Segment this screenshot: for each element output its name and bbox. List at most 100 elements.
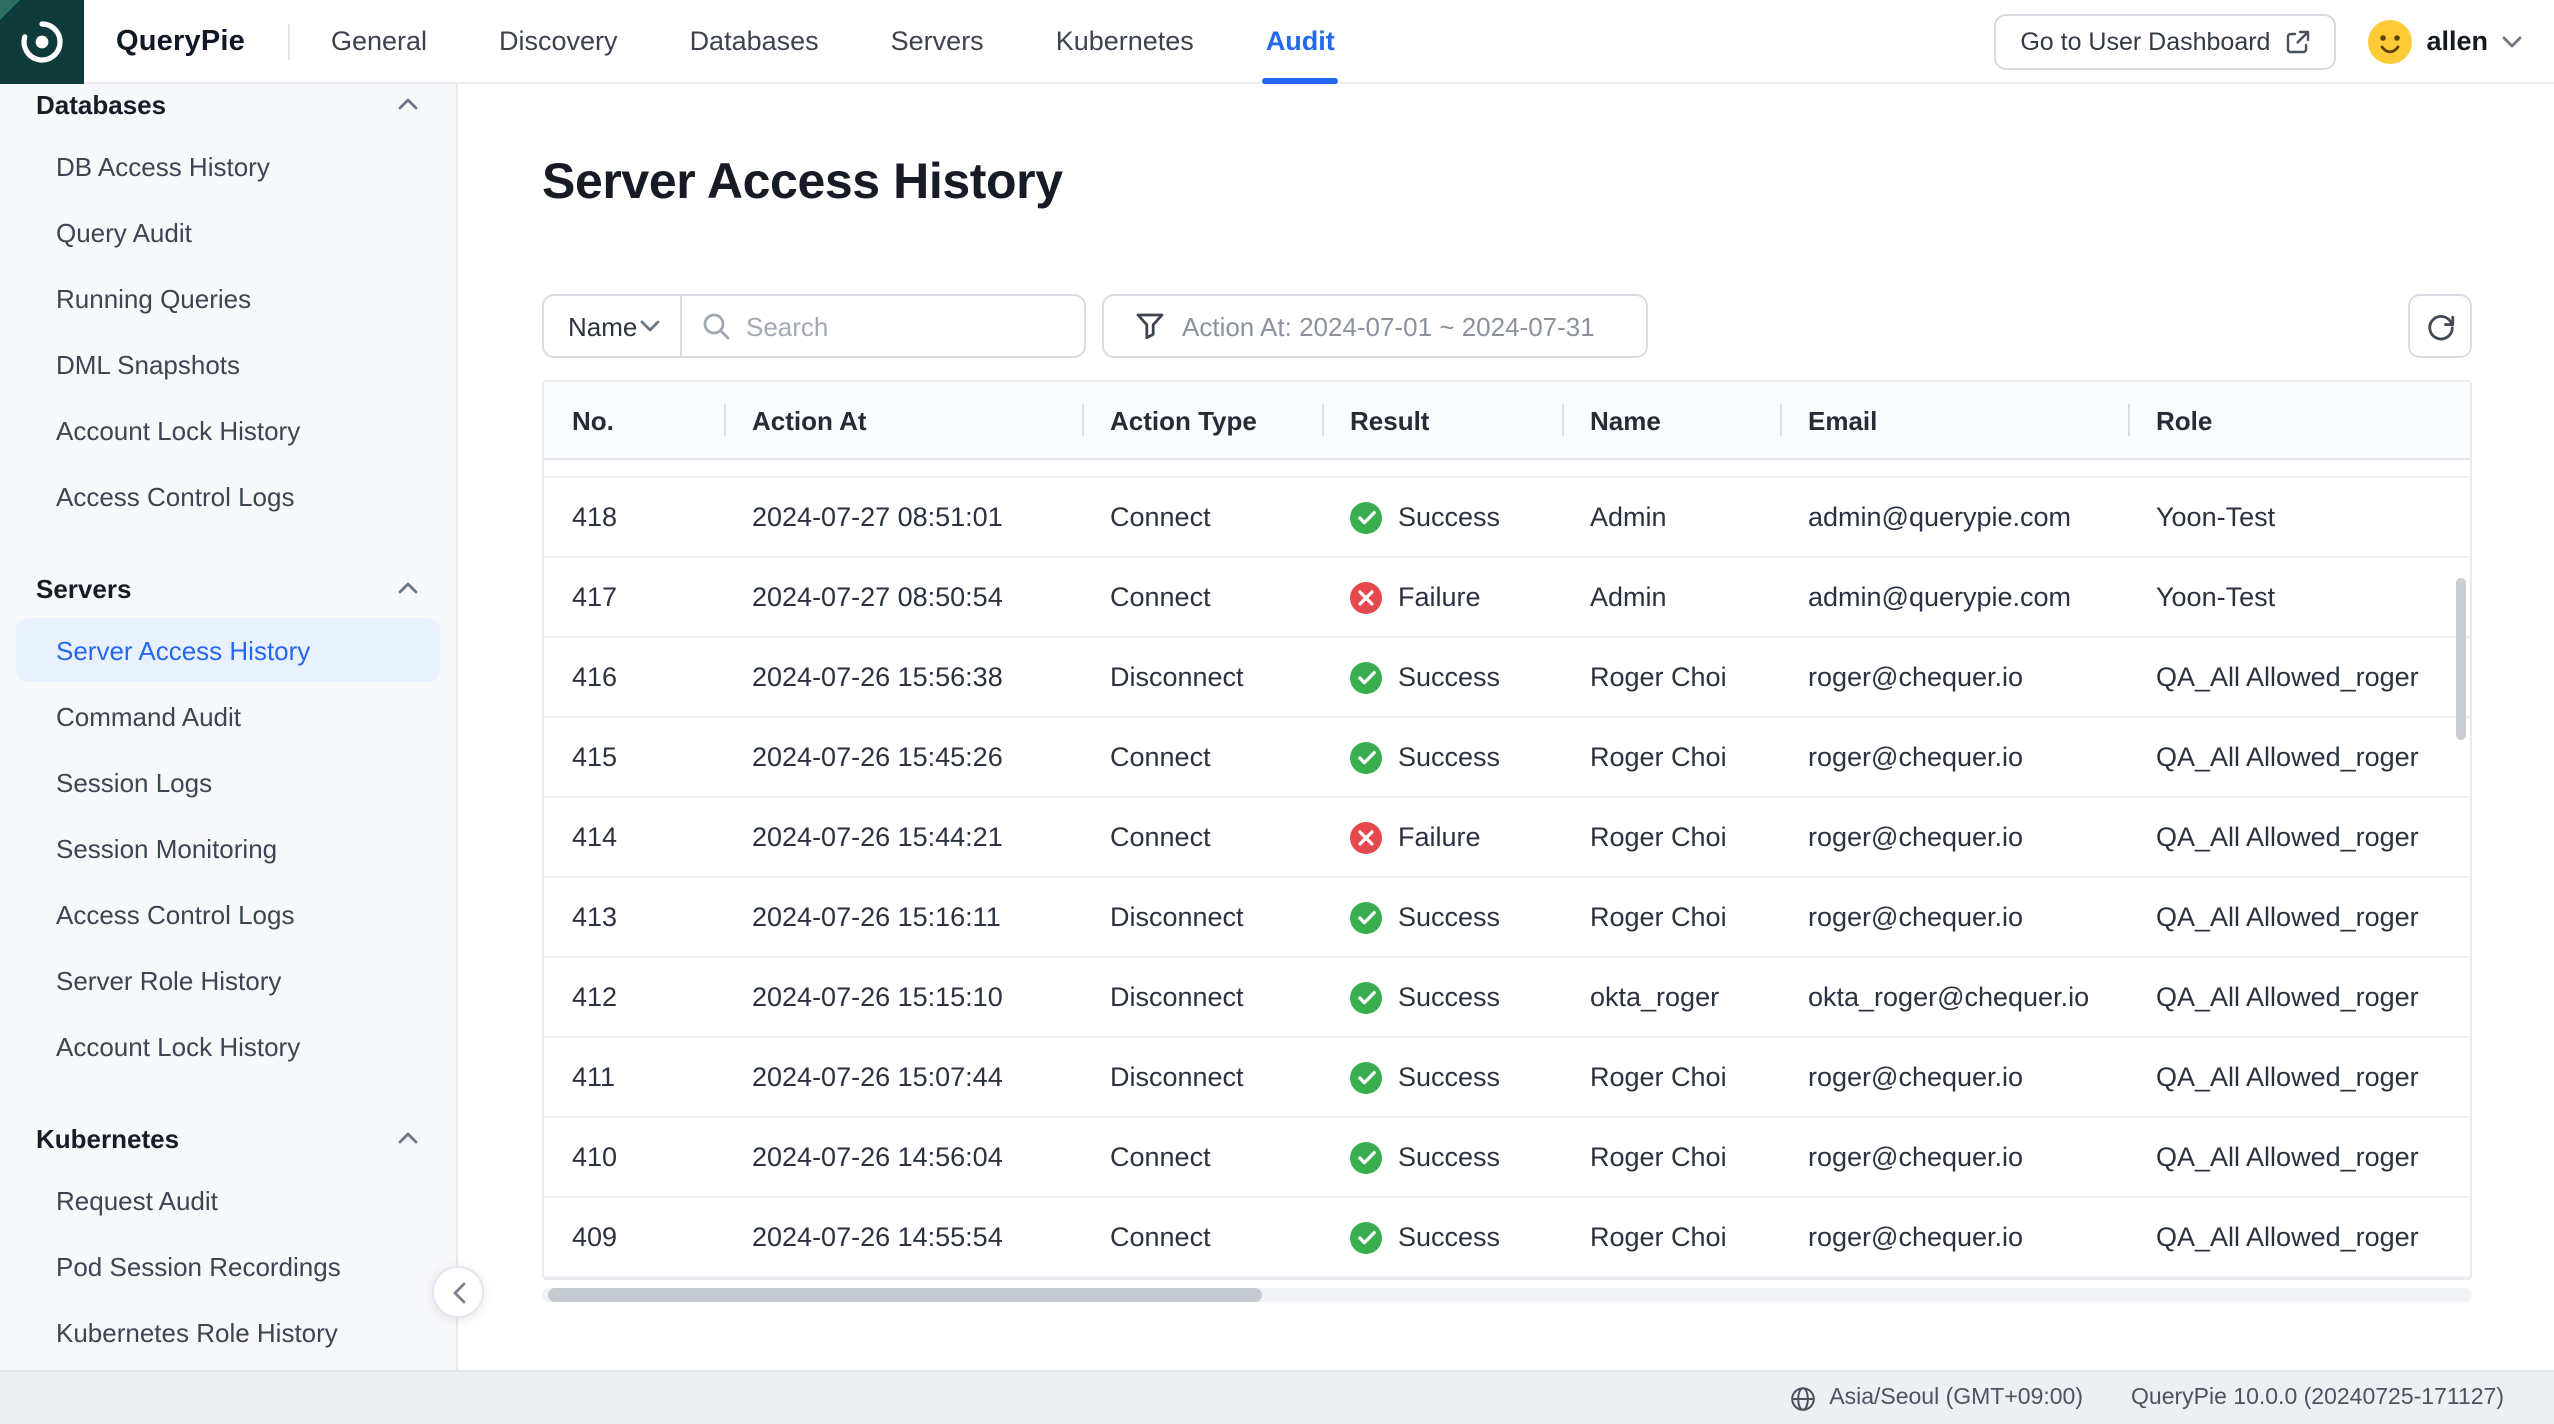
cell-no: 409 [544, 1198, 724, 1276]
sidebar-item-pod-session-recordings[interactable]: Pod Session Recordings [16, 1234, 440, 1298]
user-name: allen [2426, 26, 2488, 56]
refresh-button[interactable] [2408, 294, 2472, 358]
result-label: Success [1398, 1062, 1500, 1092]
table-row[interactable]: 4122024-07-26 15:15:10DisconnectSuccesso… [544, 958, 2470, 1038]
horizontal-scrollbar-thumb[interactable] [548, 1288, 1262, 1302]
sidebar-item-session-monitoring[interactable]: Session Monitoring [16, 816, 440, 880]
sidebar-item-command-audit[interactable]: Command Audit [16, 684, 440, 748]
table-row[interactable]: 4092024-07-26 14:55:54ConnectSuccessRoge… [544, 1198, 2470, 1278]
chevron-left-icon [451, 1281, 465, 1303]
cell-action-at: 2024-07-26 15:45:26 [724, 718, 1082, 796]
filter-funnel-icon [1136, 312, 1164, 340]
sidebar-section-kubernetes[interactable]: Kubernetes [16, 1110, 440, 1166]
cell-action-at: 2024-07-26 15:07:44 [724, 1038, 1082, 1116]
search-field-select[interactable]: Name [542, 294, 682, 358]
cell-result: Success [1322, 958, 1562, 1036]
table-row[interactable]: 4172024-07-27 08:50:54ConnectFailureAdmi… [544, 558, 2470, 638]
sidebar-item-kubernetes-role-history[interactable]: Kubernetes Role History [16, 1300, 440, 1364]
cell-role: QA_All Allowed_roger [2128, 1198, 2470, 1276]
timezone: Asia/Seoul (GMT+09:00) [1789, 1385, 2083, 1411]
sidebar-item-access-control-logs[interactable]: Access Control Logs [16, 464, 440, 528]
sidebar-section-title: Kubernetes [36, 1123, 179, 1153]
cell-result: Success [1322, 1118, 1562, 1196]
sidebar-collapse-button[interactable] [432, 1266, 484, 1318]
cell-action-type: Connect [1082, 558, 1322, 636]
cell-action-at: 2024-07-26 15:56:38 [724, 638, 1082, 716]
success-icon [1350, 901, 1382, 933]
cell-email: roger@chequer.io [1780, 798, 2128, 876]
nav-right: Go to User Dashboard allen [1994, 13, 2522, 69]
sidebar: DatabasesDB Access HistoryQuery AuditRun… [0, 84, 458, 1370]
sidebar-item-dml-snapshots[interactable]: DML Snapshots [16, 332, 440, 396]
cell-action-type: Connect [1082, 478, 1322, 556]
result-label: Success [1398, 742, 1500, 772]
search-input[interactable] [746, 311, 1064, 341]
success-icon [1350, 981, 1382, 1013]
cell-role: QA_All Allowed_roger [2128, 798, 2470, 876]
result-label: Failure [1398, 582, 1481, 612]
nav-item-audit[interactable]: Audit [1266, 0, 1335, 82]
cell-result: Success [1322, 1198, 1562, 1276]
cell-name: Admin [1562, 478, 1780, 556]
nav-item-kubernetes[interactable]: Kubernetes [1056, 0, 1194, 82]
table-row[interactable]: 4112024-07-26 15:07:44DisconnectSuccessR… [544, 1038, 2470, 1118]
nav-item-databases[interactable]: Databases [690, 0, 819, 82]
sidebar-item-server-access-history[interactable]: Server Access History [16, 618, 440, 682]
success-icon [1350, 501, 1382, 533]
sidebar-section-servers[interactable]: Servers [16, 560, 440, 616]
table-row[interactable]: 4182024-07-27 08:51:01ConnectSuccessAdmi… [544, 478, 2470, 558]
sidebar-item-running-queries[interactable]: Running Queries [16, 266, 440, 330]
sidebar-item-db-access-history[interactable]: DB Access History [16, 134, 440, 198]
table-row[interactable]: 4142024-07-26 15:44:21ConnectFailureRoge… [544, 798, 2470, 878]
horizontal-scrollbar[interactable] [542, 1288, 2472, 1302]
top-nav: QueryPie GeneralDiscoveryDatabasesServer… [0, 0, 2554, 84]
version-label: QueryPie 10.0.0 (20240725-171127) [2131, 1386, 2504, 1410]
table-row[interactable]: 4132024-07-26 15:16:11DisconnectSuccessR… [544, 878, 2470, 958]
globe-icon [1789, 1385, 1815, 1411]
go-to-user-dashboard-button[interactable]: Go to User Dashboard [1994, 13, 2336, 69]
user-menu[interactable]: allen [2368, 19, 2522, 63]
table-row-partial [544, 460, 2470, 478]
refresh-icon [2425, 311, 2455, 341]
sidebar-item-request-audit[interactable]: Request Audit [16, 1168, 440, 1232]
cell-name: Roger Choi [1562, 1038, 1780, 1116]
querypie-logo-icon[interactable] [0, 0, 84, 83]
sidebar-item-account-lock-history[interactable]: Account Lock History [16, 1014, 440, 1078]
cell-email: admin@querypie.com [1780, 558, 2128, 636]
filter-bar: Name Action At: 2024-07-01 ~ 2024-07-3 [542, 294, 2472, 358]
result-label: Success [1398, 902, 1500, 932]
cell-result: Success [1322, 718, 1562, 796]
table-header: No.Action AtAction TypeResultNameEmailRo… [544, 382, 2470, 460]
sidebar-item-account-lock-history[interactable]: Account Lock History [16, 398, 440, 462]
table-row[interactable]: 4152024-07-26 15:45:26ConnectSuccessRoge… [544, 718, 2470, 798]
cell-result: Success [1322, 638, 1562, 716]
cell-action-type: Disconnect [1082, 1038, 1322, 1116]
search-field-label: Name [568, 311, 637, 341]
sidebar-section-databases[interactable]: Databases [16, 84, 440, 132]
sidebar-item-query-audit[interactable]: Query Audit [16, 200, 440, 264]
sidebar-item-server-role-history[interactable]: Server Role History [16, 948, 440, 1012]
column-header-name: Name [1562, 382, 1780, 458]
column-header-no: No. [544, 382, 724, 458]
nav-item-general[interactable]: General [331, 0, 427, 82]
action-at-filter-label: Action At: 2024-07-01 ~ 2024-07-31 [1182, 311, 1595, 341]
status-bar: Asia/Seoul (GMT+09:00) QueryPie 10.0.0 (… [0, 1370, 2554, 1424]
cell-role: QA_All Allowed_roger [2128, 878, 2470, 956]
cell-name: okta_roger [1562, 958, 1780, 1036]
table-row[interactable]: 4162024-07-26 15:56:38DisconnectSuccessR… [544, 638, 2470, 718]
cell-email: roger@chequer.io [1780, 1038, 2128, 1116]
failure-icon [1350, 581, 1382, 613]
success-icon [1350, 741, 1382, 773]
nav-item-servers[interactable]: Servers [891, 0, 984, 82]
nav-item-discovery[interactable]: Discovery [499, 0, 618, 82]
cell-email: roger@chequer.io [1780, 638, 2128, 716]
cell-no: 416 [544, 638, 724, 716]
sidebar-nav: DatabasesDB Access HistoryQuery AuditRun… [16, 84, 440, 1364]
sidebar-item-access-control-logs[interactable]: Access Control Logs [16, 882, 440, 946]
success-icon [1350, 1061, 1382, 1093]
vertical-scrollbar-thumb[interactable] [2456, 578, 2466, 740]
table-row[interactable]: 4102024-07-26 14:56:04ConnectSuccessRoge… [544, 1118, 2470, 1198]
sidebar-item-session-logs[interactable]: Session Logs [16, 750, 440, 814]
cell-no: 417 [544, 558, 724, 636]
action-at-filter[interactable]: Action At: 2024-07-01 ~ 2024-07-31 [1102, 294, 1648, 358]
